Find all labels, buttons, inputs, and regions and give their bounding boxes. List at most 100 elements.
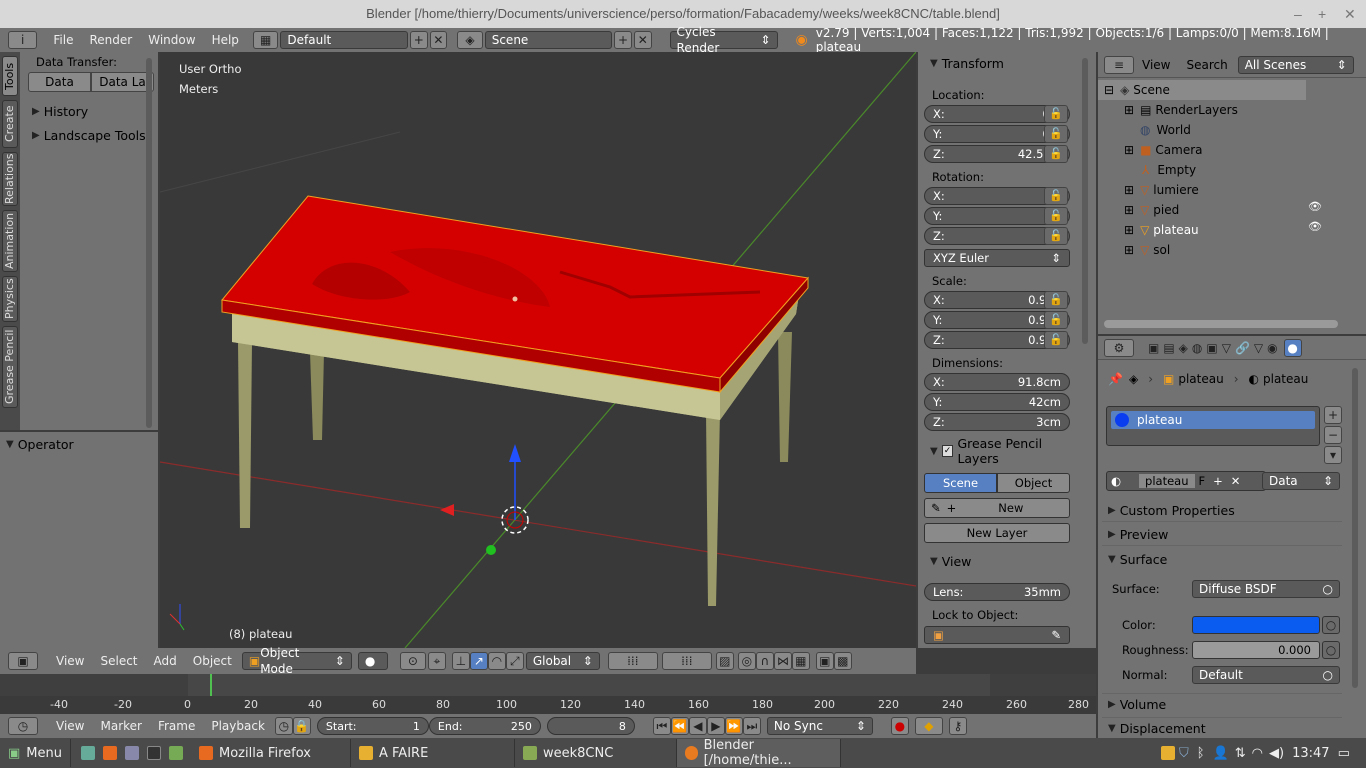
tab-animation[interactable]: Animation: [2, 210, 18, 272]
remove-layout-icon[interactable]: ✕: [429, 31, 448, 49]
transform-header[interactable]: ▼ Transform: [924, 52, 1074, 74]
outliner-type-icon[interactable]: ≡: [1104, 55, 1134, 74]
roughness-slider[interactable]: 0.000: [1192, 641, 1320, 659]
outliner-item-empty[interactable]: ⅄ Empty: [1098, 160, 1366, 180]
expand-icon[interactable]: ⊞: [1124, 243, 1134, 257]
surface-header[interactable]: ▼ Surface: [1102, 548, 1342, 570]
properties-scrollbar[interactable]: [1352, 368, 1358, 688]
eye-icon[interactable]: 👁: [1308, 220, 1322, 233]
surface-shader-dropdown[interactable]: Diffuse BSDF ○: [1192, 580, 1340, 598]
close-icon[interactable]: ✕: [1344, 0, 1356, 28]
pin-icon[interactable]: 📌: [1108, 372, 1123, 386]
snap-magnet-icon[interactable]: ∩: [755, 652, 774, 670]
lock-icon[interactable]: 🔓: [1044, 187, 1068, 205]
layout-dropdown[interactable]: Default: [280, 31, 408, 49]
gp-scene-button[interactable]: Scene: [924, 473, 997, 493]
layers-grid-icon[interactable]: ⁞⁞⁞: [661, 652, 712, 670]
start-menu-button[interactable]: ▣ Menu: [0, 739, 71, 767]
task-afaire[interactable]: A FAIRE: [351, 739, 515, 767]
displacement-header[interactable]: ▼ Displacement: [1102, 717, 1342, 739]
link-dropdown[interactable]: Data ⇕: [1262, 472, 1340, 490]
volume-header[interactable]: ▶ Volume: [1102, 693, 1342, 715]
terminal-launcher-icon[interactable]: [81, 746, 95, 760]
link-socket-icon[interactable]: ○: [1322, 616, 1340, 634]
menu-file[interactable]: File: [45, 33, 81, 47]
jump-end-icon[interactable]: ⏭: [742, 717, 761, 735]
new-material-icon[interactable]: +: [1213, 474, 1223, 488]
lock-icon[interactable]: 🔓: [1044, 105, 1068, 123]
tab-tools[interactable]: Tools: [2, 56, 18, 96]
scale-icon[interactable]: ⤢: [505, 652, 524, 670]
end-frame-field[interactable]: End: 250: [428, 717, 541, 735]
sync-dropdown[interactable]: No Sync ⇕: [766, 717, 873, 735]
add-slot-icon[interactable]: +: [1324, 406, 1342, 424]
lock-icon[interactable]: 🔓: [1044, 145, 1068, 163]
outliner-item-renderlayers[interactable]: ⊞ ▤ RenderLayers: [1098, 100, 1366, 120]
tab-grease-pencil[interactable]: Grease Pencil: [2, 326, 18, 408]
unlink-material-icon[interactable]: ✕: [1231, 474, 1241, 488]
menu-view[interactable]: View: [48, 654, 92, 668]
gp-new-button[interactable]: ✎ + New: [924, 498, 1070, 518]
outliner-item-world[interactable]: ◍ World: [1098, 120, 1366, 140]
clock[interactable]: 13:47: [1292, 746, 1329, 761]
material-tab-icon[interactable]: ●: [1283, 338, 1302, 357]
3d-viewport[interactable]: User Ortho Meters (8) plateau: [160, 52, 916, 648]
preview-header[interactable]: ▶ Preview: [1102, 524, 1342, 546]
timeline[interactable]: -40 -20 0 20 40 60 80 100 120 140 160 18…: [0, 674, 1096, 714]
menu-add[interactable]: Add: [146, 654, 185, 668]
menu-object[interactable]: Object: [185, 654, 240, 668]
material-browse-icon[interactable]: ◐: [1111, 474, 1121, 488]
scene-dropdown[interactable]: Scene: [484, 31, 613, 49]
outliner-item-lumiere[interactable]: ⊞ ▽ lumiere: [1098, 180, 1366, 200]
outliner-hscrollbar[interactable]: [1104, 320, 1338, 328]
lock-icon[interactable]: 🔓: [1044, 331, 1068, 349]
link-socket-icon[interactable]: ○: [1322, 641, 1340, 659]
settings-launcher-icon[interactable]: [125, 746, 139, 760]
fake-user-button[interactable]: F: [1199, 474, 1206, 488]
grease-pencil-header[interactable]: ▼ ✓ Grease Pencil Layers: [924, 436, 1084, 466]
outliner-filter-dropdown[interactable]: All Scenes ⇕: [1237, 55, 1354, 74]
outliner-item-plateau[interactable]: ⊞ ▽ plateau: [1098, 220, 1366, 240]
maximize-icon[interactable]: +: [1318, 0, 1326, 28]
task-firefox[interactable]: Mozilla Firefox: [191, 739, 351, 767]
layers-grid-icon[interactable]: ⁞⁞⁞: [607, 652, 658, 670]
toolshelf-scrollbar[interactable]: [146, 58, 152, 428]
show-desktop-icon[interactable]: ▭: [1338, 746, 1350, 761]
properties-context-icons[interactable]: ▣▤◈◍▣▽🔗▽◉: [1148, 341, 1282, 355]
current-frame-field[interactable]: 8: [546, 717, 635, 735]
dimension-z-field[interactable]: Z: 3cm: [924, 413, 1070, 431]
menu-frame[interactable]: Frame: [150, 719, 203, 733]
checkbox-icon[interactable]: ✓: [941, 445, 954, 457]
outliner-item-camera[interactable]: ⊞ ■ Camera: [1098, 140, 1366, 160]
menu-help[interactable]: Help: [204, 33, 247, 47]
lock-icon[interactable]: 🔓: [1044, 227, 1068, 245]
npanel-scrollbar[interactable]: [1082, 58, 1088, 344]
proportional-edit-icon[interactable]: ◎: [737, 652, 756, 670]
snap-origin-icon[interactable]: ⌖: [427, 652, 446, 670]
rotation-mode-dropdown[interactable]: XYZ Euler ⇕: [924, 249, 1070, 267]
snap-target-icon[interactable]: ⋈: [773, 652, 792, 670]
keyingset-icon[interactable]: ◆: [914, 717, 943, 735]
mode-dropdown[interactable]: ▣ Object Mode ⇕: [241, 646, 352, 676]
record-icon[interactable]: ●: [890, 717, 909, 735]
task-blender[interactable]: Blender [/home/thie...: [677, 738, 841, 768]
menu-window[interactable]: Window: [140, 33, 203, 47]
console-launcher-icon[interactable]: [147, 746, 161, 760]
dimension-y-field[interactable]: Y: 42cm: [924, 393, 1070, 411]
menu-render[interactable]: Render: [82, 33, 141, 47]
landscape-panel-header[interactable]: ▶ Landscape Tools: [26, 124, 146, 146]
outliner-item-scene[interactable]: ⊟ ◈ Scene: [1098, 80, 1306, 100]
custom-properties-header[interactable]: ▶ Custom Properties: [1102, 500, 1342, 522]
dimension-x-field[interactable]: X: 91.8cm: [924, 373, 1070, 391]
manipulator-toggle-icon[interactable]: ⊥: [451, 652, 470, 670]
shading-dropdown[interactable]: ●: [357, 652, 388, 670]
lock-icon[interactable]: 🔓: [1044, 125, 1068, 143]
expand-icon[interactable]: ⊞: [1124, 183, 1134, 197]
gp-new-layer-button[interactable]: New Layer: [924, 523, 1070, 543]
current-frame-marker[interactable]: [210, 674, 212, 696]
files-launcher-icon[interactable]: [169, 746, 183, 760]
add-layout-icon[interactable]: +: [409, 31, 428, 49]
add-scene-icon[interactable]: +: [614, 31, 632, 49]
play-reverse-icon[interactable]: ◀: [688, 717, 707, 735]
pivot-icon[interactable]: ⊙: [399, 652, 426, 670]
